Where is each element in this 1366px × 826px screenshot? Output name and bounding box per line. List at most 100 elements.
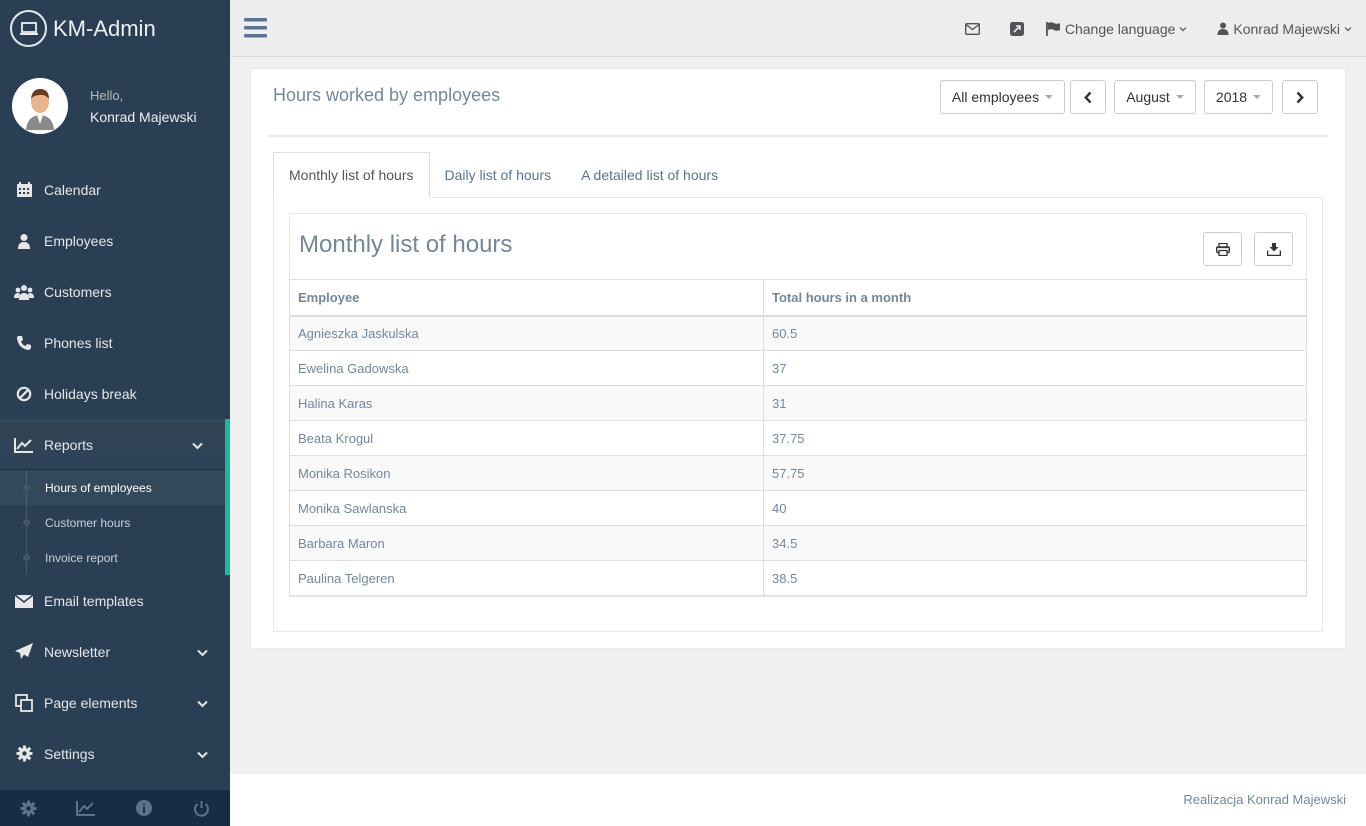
brand[interactable]: KM-Admin [0,0,230,57]
caret-down-icon [1253,95,1262,99]
employee-cell: Halina Karas [289,385,764,421]
sidebar-item-label: Customers [44,283,112,300]
report-tabs: Monthly list of hours Daily list of hour… [273,152,733,198]
sidebar-item-label: Settings [44,745,95,762]
chevron-down-icon [197,746,208,762]
hours-panel: Hours worked by employees All employees … [250,68,1346,649]
column-header-total-hours[interactable]: Total hours in a month [763,279,1307,317]
greeting: Hello, [90,87,124,103]
menu-toggle-icon[interactable] [244,17,268,41]
external-link-icon[interactable] [1009,21,1024,36]
caret-down-icon [1045,95,1054,99]
top-navbar: Change language Konrad Majewski [230,0,1366,57]
change-language-menu[interactable]: Change language [1045,21,1188,37]
print-button[interactable] [1203,232,1242,266]
chevron-down-icon [1344,26,1352,32]
sidebar-item-label: Calendar [44,181,101,198]
sidebar-item-label: Holidays break [44,385,137,402]
sidebar-item-phones[interactable]: Phones list [0,317,230,368]
sidebar-item-holidays[interactable]: Holidays break [0,368,230,419]
power-off-icon[interactable] [173,790,231,826]
employee-cell: Ewelina Gadowska [289,350,764,386]
sidebar-menu: Calendar Employees Customers Phones list… [0,164,230,779]
stats-line-chart-icon[interactable] [58,790,116,826]
employee-cell: Paulina Telgeren [289,560,764,596]
tab-daily-list[interactable]: Daily list of hours [430,152,567,198]
messages-envelope-icon[interactable] [964,22,980,35]
previous-month-button[interactable] [1070,80,1106,114]
chevron-down-icon [1179,26,1187,32]
sidebar-subitem-hours-of-employees[interactable]: Hours of employees [0,470,225,505]
ban-icon [14,384,34,404]
clone-icon [14,693,34,713]
chevron-down-icon [192,437,203,453]
chevron-down-icon [197,695,208,711]
sidebar-item-email-templates[interactable]: Email templates [0,575,230,626]
table-row: Monika Rosikon 57.75 [289,455,1307,491]
profile-name: Konrad Majewski [90,108,197,125]
sidebar-item-label: Phones list [44,334,113,351]
sidebar-subitem-customer-hours[interactable]: Customer hours [0,505,225,540]
hours-cell: 37 [763,350,1307,386]
table-row: Beata Krogul 37.75 [289,420,1307,456]
brand-title: KM-Admin [53,15,156,41]
sidebar-item-reports[interactable]: Reports [0,419,230,470]
sidebar-subitem-invoice-report[interactable]: Invoice report [0,540,225,575]
hours-cell: 34.5 [763,525,1307,561]
info-icon[interactable] [115,790,173,826]
hours-table: Employee Total hours in a month Agnieszk… [289,279,1307,596]
month-value: August [1126,89,1170,105]
page-footer: Realizacja Konrad Majewski [230,774,1366,826]
settings-gear-icon[interactable] [0,790,58,826]
employee-cell: Monika Sawlanska [289,490,764,526]
table-row: Barbara Maron 34.5 [289,525,1307,561]
laptop-icon [10,10,47,47]
employee-filter-dropdown[interactable]: All employees [940,80,1065,114]
employee-cell: Monika Rosikon [289,455,764,491]
avatar[interactable] [12,78,68,134]
report-title: Monthly list of hours [299,231,513,258]
column-header-employee[interactable]: Employee [289,279,764,317]
hours-cell: 40 [763,490,1307,526]
table-row: Agnieszka Jaskulska 60.5 [289,315,1307,351]
paper-plane-icon [14,642,34,662]
user-icon [1217,22,1229,35]
page-title: Hours worked by employees [273,85,501,105]
sidebar-item-label: Newsletter [44,643,111,660]
sidebar-item-employees[interactable]: Employees [0,215,230,266]
sidebar-item-settings[interactable]: Settings [0,728,230,779]
chevron-left-icon [1084,91,1092,104]
monthly-report-box: Monthly list of hours Employee Total hou… [289,213,1307,597]
print-icon [1215,242,1230,256]
hours-cell: 37.75 [763,420,1307,456]
gear-icon [14,744,34,764]
sidebar-item-calendar[interactable]: Calendar [0,164,230,215]
employee-filter-value: All employees [951,89,1040,105]
hours-cell: 31 [763,385,1307,421]
sidebar: KM-Admin Hello, Konrad Majewski Calendar [0,0,230,826]
envelope-icon [14,591,34,611]
sidebar-footer [0,790,230,826]
chevron-down-icon [197,644,208,660]
sidebar-item-newsletter[interactable]: Newsletter [0,626,230,677]
user-menu-name: Konrad Majewski [1233,20,1340,37]
table-row: Monika Sawlanska 40 [289,490,1307,526]
download-icon [1266,242,1281,256]
month-dropdown[interactable]: August [1114,80,1196,114]
tab-content: Monthly list of hours Employee Total hou… [273,197,1323,632]
hours-cell: 57.75 [763,455,1307,491]
download-button[interactable] [1254,232,1293,266]
employee-cell: Barbara Maron [289,525,764,561]
sidebar-item-page-elements[interactable]: Page elements [0,677,230,728]
user-menu[interactable]: Konrad Majewski [1217,21,1352,37]
tab-detailed-list[interactable]: A detailed list of hours [566,152,733,198]
sidebar-item-label: Employees [44,232,114,249]
phone-icon [14,333,34,353]
next-month-button[interactable] [1282,80,1318,114]
sidebar-item-label: Email templates [44,592,144,609]
hours-cell: 38.5 [763,560,1307,596]
year-dropdown[interactable]: 2018 [1204,80,1273,114]
divider [268,135,1328,137]
tab-monthly-list[interactable]: Monthly list of hours [273,152,430,198]
sidebar-item-customers[interactable]: Customers [0,266,230,317]
